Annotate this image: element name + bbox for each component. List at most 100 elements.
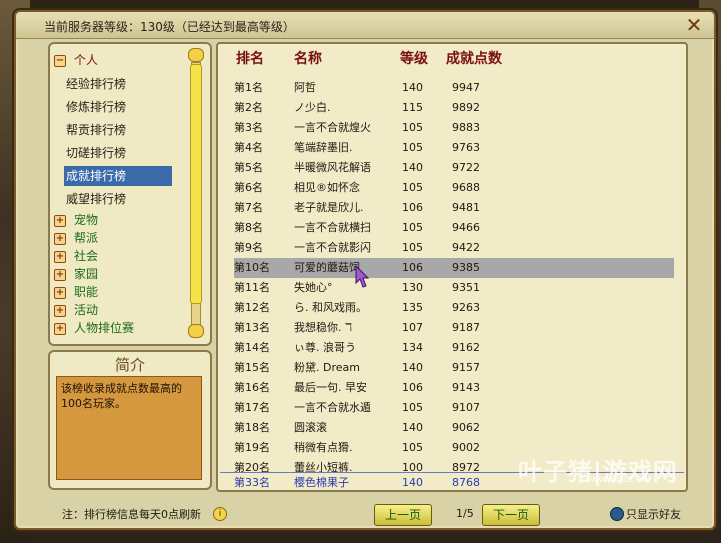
points-cell: 9481 [452, 201, 480, 214]
table-row[interactable]: 第9名 一言不合就影闪 105 9422 [234, 238, 674, 258]
name-cell: 阿哲 [294, 81, 316, 94]
menu-section-personal[interactable]: − 个人 [54, 50, 98, 70]
table-row[interactable]: 第2名 ノ少白. 115 9892 [234, 98, 674, 118]
name-cell: 圆滚滚 [294, 421, 327, 434]
friends-only-toggle[interactable] [610, 507, 624, 521]
menu-item-label: 经验排行榜 [66, 77, 127, 91]
name-cell: 一言不合就水遁 [294, 401, 371, 414]
menu-item-label: 切磋排行榜 [66, 146, 127, 160]
table-row[interactable]: 第16名 最后一句. 早安 106 9143 [234, 378, 674, 398]
name-cell: 稍微有点猾. [294, 441, 353, 454]
expand-icon[interactable]: + [54, 268, 66, 281]
header-rank: 排名 [236, 51, 264, 67]
level-cell: 105 [402, 121, 423, 134]
header-name: 名称 [294, 51, 322, 67]
menu-item-cultivation[interactable]: 修炼排行榜 [64, 97, 170, 117]
table-row[interactable]: 第5名 半暖微风花解语 140 9722 [234, 158, 674, 178]
rank-cell: 第19名 [234, 441, 270, 454]
scroll-down-arrow[interactable] [188, 324, 204, 338]
name-cell: 最后一句. 早安 [294, 381, 367, 394]
expand-icon[interactable]: + [54, 286, 66, 299]
table-row[interactable]: 第13名 我想稳你. ℸ 107 9187 [234, 318, 674, 338]
menu-item-label: 修炼排行榜 [66, 100, 127, 114]
expand-icon[interactable]: + [54, 214, 66, 227]
menu-section-pet[interactable]: + 宠物 [54, 210, 98, 230]
name-cell: 失她心° [294, 281, 333, 294]
table-row[interactable]: 第17名 一言不合就水遁 105 9107 [234, 398, 674, 418]
scroll-thumb[interactable] [190, 64, 202, 304]
expand-icon[interactable]: + [54, 322, 66, 335]
menu-item-prestige[interactable]: 威望排行榜 [64, 189, 170, 209]
name-cell: 笔端辞墨旧. [294, 141, 353, 154]
name-cell: 一言不合就横扫 [294, 221, 371, 234]
menu-scrollbar[interactable] [188, 48, 204, 338]
menu-section-events[interactable]: + 活动 [54, 300, 98, 320]
rank-cell: 第6名 [234, 181, 263, 194]
points-cell: 9187 [452, 321, 480, 334]
level-cell: 135 [402, 301, 423, 314]
menu-item-duel[interactable]: 切磋排行榜 [64, 143, 170, 163]
level-cell: 105 [402, 241, 423, 254]
title-bar: 当前服务器等级：130级（已经达到最高等级） ✕ [16, 12, 714, 39]
points-cell: 9883 [452, 121, 480, 134]
prev-page-button[interactable]: 上一页 [374, 504, 432, 526]
expand-icon[interactable]: + [54, 304, 66, 317]
refresh-note: 注：排行榜信息每天0点刷新 [62, 508, 201, 521]
table-row[interactable]: 第6名 相见®如怀念 105 9688 [234, 178, 674, 198]
points-cell: 9107 [452, 401, 480, 414]
menu-section-guild[interactable]: + 帮派 [54, 228, 98, 248]
rank-cell: 第18名 [234, 421, 270, 434]
table-row[interactable]: 第1名 阿哲 140 9947 [234, 78, 674, 98]
menu-section-label: 社会 [74, 249, 99, 263]
rank-cell: 第15名 [234, 361, 270, 374]
scroll-up-arrow[interactable] [188, 48, 204, 62]
cursor-icon [355, 264, 370, 288]
next-page-button[interactable]: 下一页 [482, 504, 540, 526]
table-row[interactable]: 第3名 一言不合就煌火 105 9883 [234, 118, 674, 138]
menu-item-exp[interactable]: 经验排行榜 [64, 74, 170, 94]
points-cell: 9422 [452, 241, 480, 254]
table-row[interactable]: 第11名 失她心° 130 9351 [234, 278, 674, 298]
level-cell: 130 [402, 281, 423, 294]
menu-item-guild-contribution[interactable]: 帮贡排行榜 [64, 120, 170, 140]
table-row[interactable]: 第15名 粉黛. Dream 140 9157 [234, 358, 674, 378]
name-cell: 一言不合就煌火 [294, 121, 371, 134]
level-cell: 105 [402, 401, 423, 414]
level-cell: 140 [402, 361, 423, 374]
rank-cell: 第16名 [234, 381, 270, 394]
rank-cell: 第9名 [234, 241, 263, 254]
expand-icon[interactable]: + [54, 232, 66, 245]
menu-item-achievement[interactable]: 成就排行榜 [64, 166, 172, 186]
intro-text: 该榜收录成就点数最高的100名玩家。 [56, 376, 202, 480]
points-cell: 9002 [452, 441, 480, 454]
level-cell: 106 [402, 381, 423, 394]
level-cell: 140 [402, 161, 423, 174]
table-row[interactable]: 第18名 圆滚滚 140 9062 [234, 418, 674, 438]
table-row[interactable]: 第4名 笔端辞墨旧. 105 9763 [234, 138, 674, 158]
menu-section-home[interactable]: + 家园 [54, 264, 98, 284]
info-icon[interactable]: i [213, 507, 227, 521]
points-cell: 9263 [452, 301, 480, 314]
points-cell: 9466 [452, 221, 480, 234]
rank-cell: 第4名 [234, 141, 263, 154]
menu-section-profession[interactable]: + 职能 [54, 282, 98, 302]
menu-section-social[interactable]: + 社会 [54, 246, 98, 266]
level-cell: 105 [402, 441, 423, 454]
name-cell: 我想稳你. ℸ [294, 321, 353, 334]
table-row[interactable]: 第8名 一言不合就横扫 105 9466 [234, 218, 674, 238]
points-cell: 9157 [452, 361, 480, 374]
menu-section-label: 人物排位赛 [74, 321, 135, 335]
expand-icon[interactable]: + [54, 250, 66, 263]
table-row[interactable]: 第14名 ぃ尊. 浪哥う 134 9162 [234, 338, 674, 358]
menu-section-ranked-match[interactable]: + 人物排位赛 [54, 318, 134, 338]
name-cell: 相见®如怀念 [294, 181, 360, 194]
collapse-icon[interactable]: − [54, 54, 66, 67]
table-row[interactable]: 第12名 ら. 和风戏雨。 135 9263 [234, 298, 674, 318]
points-cell: 9688 [452, 181, 480, 194]
table-row[interactable]: 第10名 可爱的蘑菇饲 106 9385 [234, 258, 674, 278]
close-icon[interactable]: ✕ [684, 15, 704, 35]
table-row[interactable]: 第7名 老子就是欣儿. 106 9481 [234, 198, 674, 218]
watermark-url: www.yzz.cn [590, 474, 649, 485]
points-cell: 9385 [452, 261, 480, 274]
name-cell: 半暖微风花解语 [294, 161, 371, 174]
